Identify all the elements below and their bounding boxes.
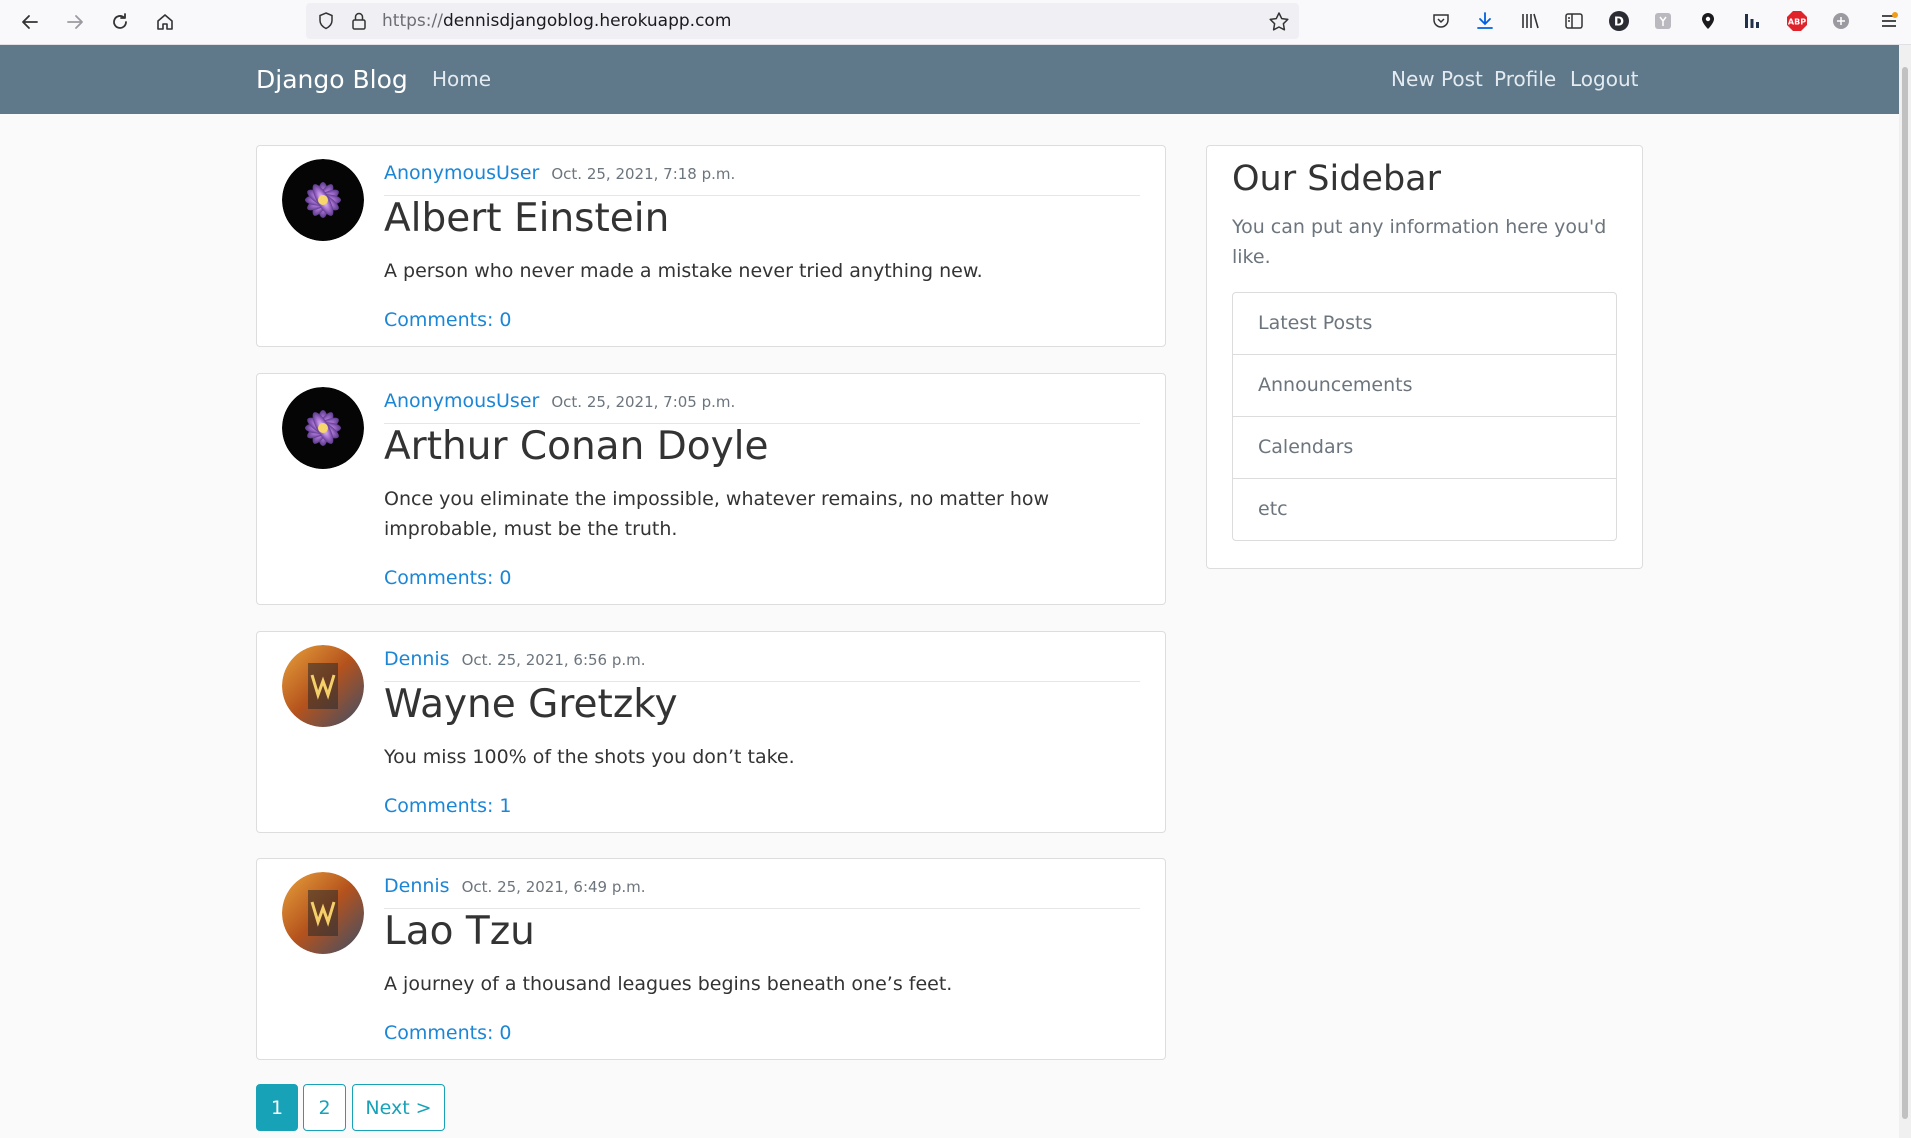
- lock-icon[interactable]: [350, 11, 368, 35]
- post-date: Oct. 25, 2021, 7:05 p.m.: [551, 393, 736, 411]
- post-author-link[interactable]: Dennis: [384, 648, 450, 670]
- profile-d-icon[interactable]: D: [1606, 8, 1632, 34]
- post-card: AnonymousUser Oct. 25, 2021, 7:18 p.m. Al…: [256, 145, 1166, 347]
- reload-icon[interactable]: [105, 7, 135, 37]
- adblock-label: ABP: [1788, 18, 1806, 27]
- extension-puzzle-icon[interactable]: [1650, 8, 1676, 34]
- post-card: AnonymousUser Oct. 25, 2021, 7:05 p.m. Ar…: [256, 373, 1166, 605]
- post-content: A person who never made a mistake never …: [384, 260, 983, 282]
- post-card: Dennis Oct. 25, 2021, 6:56 p.m. Wayne Gre…: [256, 631, 1166, 833]
- post-content: You miss 100% of the shots you don’t tak…: [384, 746, 795, 768]
- sidebar-title: Our Sidebar: [1232, 159, 1441, 199]
- address-bar[interactable]: https://dennisdjangoblog.herokuapp.com: [306, 3, 1299, 39]
- url-protocol: https://: [382, 11, 443, 31]
- post-author-link[interactable]: AnonymousUser: [384, 390, 539, 412]
- sidebar-item-etc[interactable]: etc: [1233, 478, 1616, 540]
- sidebar-card: Our Sidebar You can put any information …: [1206, 145, 1643, 569]
- navbar-brand[interactable]: Django Blog: [256, 45, 408, 114]
- avatar[interactable]: [282, 645, 364, 727]
- next-page-button[interactable]: Next >: [352, 1084, 445, 1131]
- post-content: A journey of a thousand leagues begins b…: [384, 973, 953, 995]
- menu-hamburger-icon[interactable]: [1876, 8, 1902, 34]
- forward-arrow-icon[interactable]: [60, 7, 90, 37]
- post-title[interactable]: Lao Tzu: [384, 909, 535, 954]
- avatar[interactable]: [282, 387, 364, 469]
- url-text[interactable]: https://dennisdjangoblog.herokuapp.com: [382, 3, 731, 39]
- scrollbar[interactable]: [1899, 45, 1911, 1138]
- scrollbar-thumb[interactable]: [1902, 67, 1908, 1119]
- post-date: Oct. 25, 2021, 6:49 p.m.: [461, 878, 646, 896]
- post-date: Oct. 25, 2021, 7:18 p.m.: [551, 165, 736, 183]
- shield-icon[interactable]: [316, 11, 336, 35]
- post-content: Once you eliminate the impossible, whate…: [384, 488, 1050, 540]
- stats-bars-icon[interactable]: [1739, 8, 1765, 34]
- nav-new-post-link[interactable]: New Post: [1391, 45, 1483, 114]
- sidebar-subtitle: You can put any information here you'd l…: [1232, 216, 1607, 268]
- site-navbar: Django Blog Home New Post Profile Logout: [0, 45, 1900, 114]
- comments-link[interactable]: Comments: 1: [384, 795, 512, 817]
- post-meta: AnonymousUser Oct. 25, 2021, 7:18 p.m.: [384, 162, 1140, 196]
- library-icon[interactable]: [1517, 8, 1543, 34]
- map-pin-icon[interactable]: [1695, 8, 1721, 34]
- sidebar-item-latest-posts[interactable]: Latest Posts: [1233, 293, 1616, 354]
- download-icon[interactable]: [1472, 8, 1498, 34]
- post-date: Oct. 25, 2021, 6:56 p.m.: [461, 651, 646, 669]
- post-author-link[interactable]: Dennis: [384, 875, 450, 897]
- pocket-icon[interactable]: [1428, 8, 1454, 34]
- back-arrow-icon[interactable]: [15, 7, 45, 37]
- post-meta: AnonymousUser Oct. 25, 2021, 7:05 p.m.: [384, 390, 1140, 424]
- post-title[interactable]: Wayne Gretzky: [384, 682, 678, 727]
- adblock-icon[interactable]: ABP: [1784, 8, 1810, 34]
- sidebar-list: Latest Posts Announcements Calendars etc: [1232, 292, 1617, 541]
- browser-toolbar: https://dennisdjangoblog.herokuapp.com D…: [0, 0, 1911, 45]
- home-icon[interactable]: [150, 7, 180, 37]
- bookmark-star-icon[interactable]: [1268, 11, 1290, 37]
- sidebar-toggle-icon[interactable]: [1561, 8, 1587, 34]
- avatar[interactable]: [282, 159, 364, 241]
- page-1-button[interactable]: 1: [256, 1084, 298, 1131]
- post-author-link[interactable]: AnonymousUser: [384, 162, 539, 184]
- comments-link[interactable]: Comments: 0: [384, 567, 512, 589]
- comments-link[interactable]: Comments: 0: [384, 309, 512, 331]
- nav-profile-link[interactable]: Profile: [1494, 45, 1556, 114]
- avatar[interactable]: [282, 872, 364, 954]
- profile-letter: D: [1614, 15, 1624, 29]
- comments-link[interactable]: Comments: 0: [384, 1022, 512, 1044]
- post-meta: Dennis Oct. 25, 2021, 6:49 p.m.: [384, 875, 1140, 909]
- extension-circle-icon[interactable]: [1828, 8, 1854, 34]
- post-meta: Dennis Oct. 25, 2021, 6:56 p.m.: [384, 648, 1140, 682]
- url-host: dennisdjangoblog.herokuapp.com: [442, 11, 732, 31]
- nav-logout-link[interactable]: Logout: [1570, 45, 1638, 114]
- sidebar-item-calendars[interactable]: Calendars: [1233, 416, 1616, 478]
- sidebar-item-announcements[interactable]: Announcements: [1233, 354, 1616, 416]
- post-card: Dennis Oct. 25, 2021, 6:49 p.m. Lao Tzu A…: [256, 858, 1166, 1060]
- post-title[interactable]: Albert Einstein: [384, 196, 669, 241]
- nav-home-link[interactable]: Home: [432, 45, 491, 114]
- page-2-button[interactable]: 2: [303, 1084, 346, 1131]
- post-title[interactable]: Arthur Conan Doyle: [384, 424, 769, 469]
